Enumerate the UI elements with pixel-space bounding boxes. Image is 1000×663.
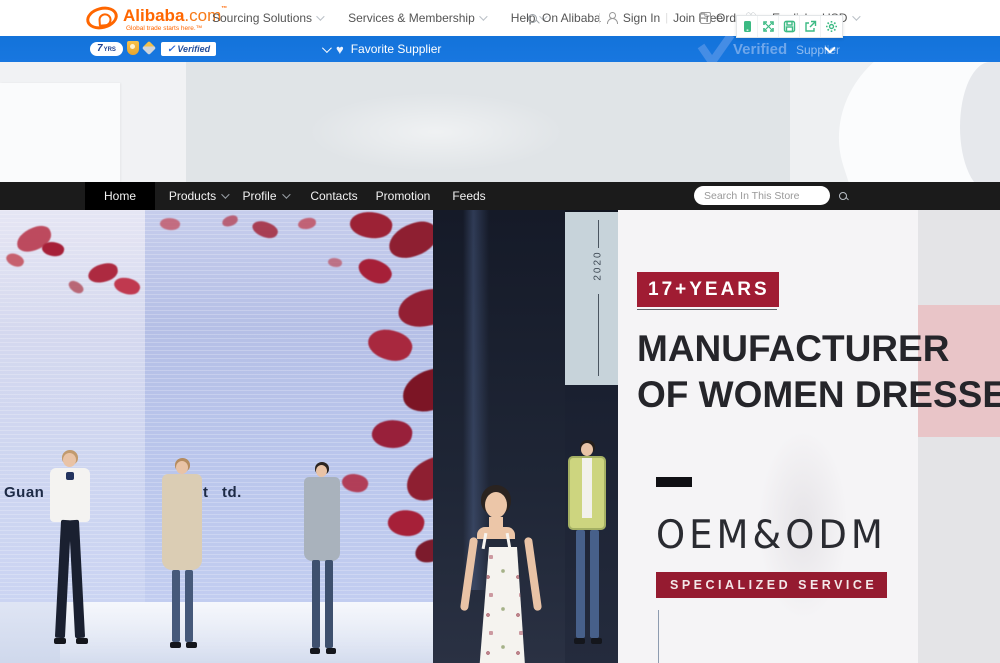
oem-odm-title: OEM&ODM (656, 512, 887, 558)
chevron-down-icon (853, 12, 861, 20)
divider: | (598, 12, 601, 24)
trade-assurance-icon[interactable] (142, 41, 156, 55)
main-nav: Sourcing Solutions Services & Membership… (212, 0, 545, 36)
brand-main: Alibaba (123, 6, 184, 25)
runway-model (36, 450, 108, 663)
heart-icon: ♥ (336, 43, 344, 56)
brand-tagline: Global trade starts here.™ (126, 25, 202, 32)
tab-contacts[interactable]: Contacts (303, 182, 365, 210)
save-icon[interactable] (779, 16, 800, 37)
favorite-supplier-button[interactable]: ♥ Favorite Supplier (322, 36, 441, 62)
years-unit: YRS (104, 47, 116, 53)
favorite-supplier-label: Favorite Supplier (351, 42, 442, 56)
years-badge[interactable]: 7 YRS (90, 42, 123, 56)
runway-model (150, 458, 220, 663)
top-header: Alibaba.com™ Global trade starts here.™ … (0, 0, 1000, 36)
supplier-bar: 7 YRS ✓ Verified ♥ Favorite Supplier Ver… (0, 36, 1000, 62)
hero-text-panel: 17+YEARS MANUFACTURER OF WOMEN DRESSES O… (618, 210, 1000, 663)
backdrop-text: td. (222, 484, 242, 501)
check-icon: ✓ (167, 44, 175, 55)
runway-model (293, 462, 355, 662)
decor-line (658, 610, 659, 663)
decor-line (637, 309, 777, 310)
hero-headline: MANUFACTURER OF WOMEN DRESSES (637, 326, 1000, 418)
verified-label: Verified (177, 44, 210, 54)
on-alibaba-label: On Alibaba (542, 11, 601, 25)
chevron-down-icon (479, 12, 487, 20)
alibaba-logo-icon (84, 3, 120, 32)
banner-panel (0, 62, 186, 182)
settings-icon[interactable] (821, 16, 842, 37)
sign-in-link[interactable]: Sign In (623, 11, 660, 25)
year-panel: 2020 (565, 212, 618, 385)
search-icon (528, 14, 537, 23)
banner-panel (186, 62, 790, 182)
store-nav: Home Products Profile Contacts Promotion… (0, 182, 1000, 210)
divider: | (665, 12, 668, 24)
decor-dash (656, 477, 692, 487)
decor-line (598, 294, 599, 376)
hero-banner: Guan t td. 2020 (0, 210, 1000, 663)
expand-icon[interactable] (758, 16, 779, 37)
gold-supplier-icon[interactable] (127, 41, 139, 55)
headline-line2: OF WOMEN DRESSES (637, 372, 1000, 418)
tab-home[interactable]: Home (85, 182, 155, 210)
runway-model (556, 440, 618, 663)
store-search-box (694, 186, 830, 205)
nav-sourcing-solutions[interactable]: Sourcing Solutions (212, 11, 322, 25)
specialized-service-badge: SPECIALIZED SERVICE (656, 572, 887, 598)
years-badge: 17+YEARS (637, 272, 779, 307)
store-banner-top (0, 62, 1000, 182)
screenshot-toolbar-overlay (736, 15, 843, 38)
share-icon[interactable] (800, 16, 821, 37)
tab-profile[interactable]: Profile (227, 182, 303, 210)
page: Alibaba.com™ Global trade starts here.™ … (0, 0, 1000, 663)
verified-check-watermark-icon (697, 36, 735, 62)
chevron-down-icon (316, 12, 324, 20)
years-number: 7 (97, 42, 103, 56)
verified-badge[interactable]: ✓ Verified (161, 42, 216, 56)
search-icon[interactable] (839, 192, 847, 200)
user-icon (606, 12, 618, 24)
order-icon: $ (700, 12, 711, 24)
year-label: 2020 (593, 243, 604, 289)
headline-line1: MANUFACTURER (637, 326, 1000, 372)
hero-banner-photo: Guan t td. 2020 (0, 210, 618, 663)
chevron-down-icon (282, 190, 290, 198)
chevron-down-icon (322, 43, 332, 53)
nav-services-membership[interactable]: Services & Membership (348, 11, 485, 25)
store-search-input[interactable] (704, 190, 839, 202)
search-on-alibaba[interactable]: On Alibaba (528, 0, 601, 36)
watermark-verified-label: Verified (733, 41, 787, 58)
tab-feeds[interactable]: Feeds (442, 182, 496, 210)
mobile-icon[interactable] (737, 16, 758, 37)
tab-promotion[interactable]: Promotion (368, 182, 438, 210)
